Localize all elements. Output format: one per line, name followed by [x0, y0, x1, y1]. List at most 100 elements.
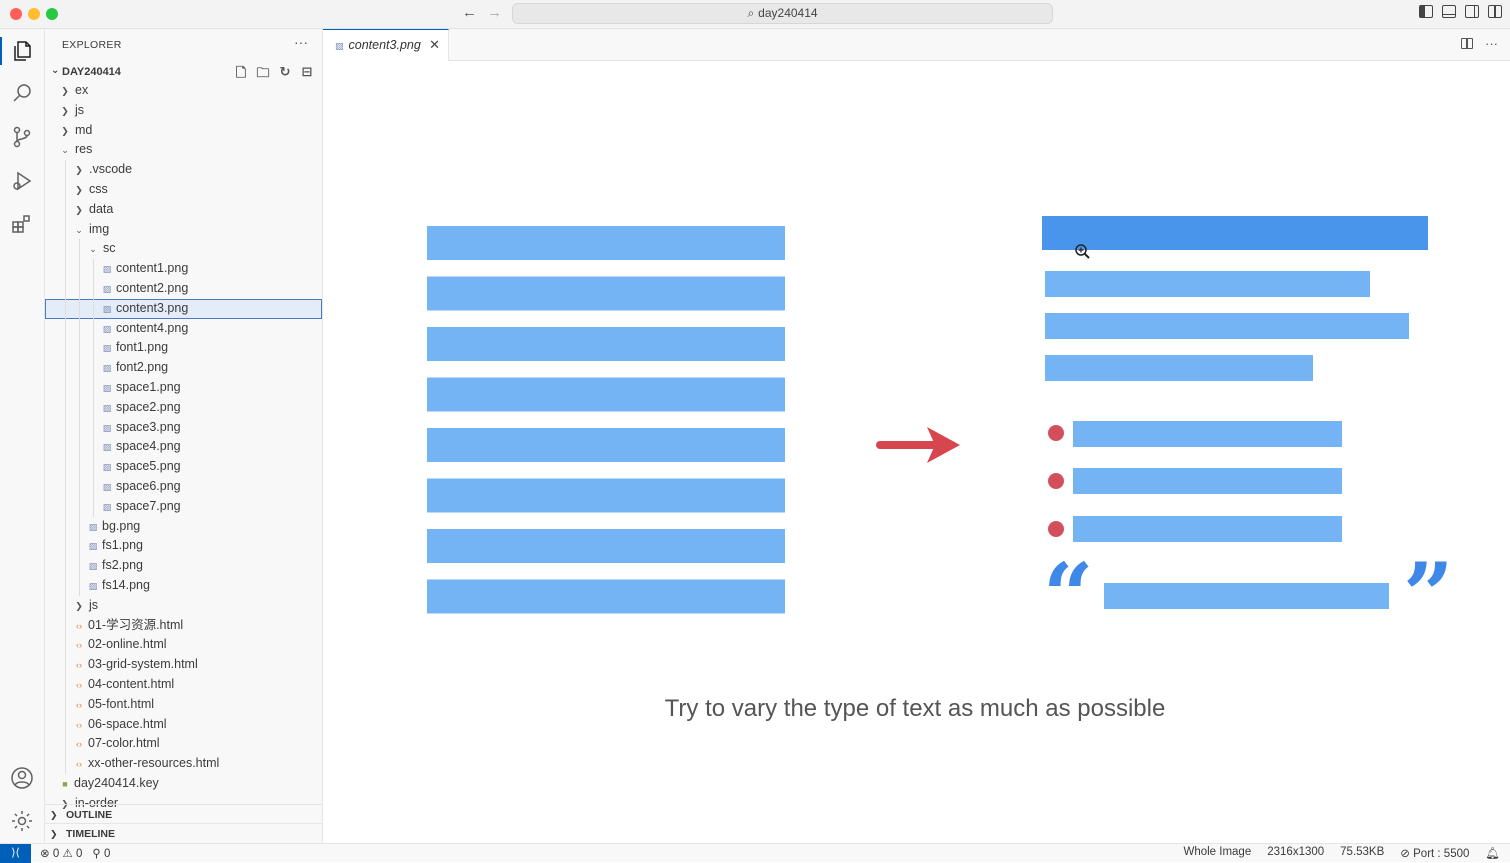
list-item-bar [1073, 468, 1342, 494]
tree-item[interactable]: ▨ fs14.png [45, 575, 322, 596]
image-file-icon: ▨ [102, 501, 112, 512]
tree-item[interactable]: ▨ bg.png [45, 516, 322, 537]
indent-guide [65, 655, 66, 675]
indent-guide [65, 377, 66, 398]
tree-item[interactable]: ❯ ex [45, 81, 322, 101]
tree-item-label: space4.png [116, 439, 181, 454]
tree-item[interactable]: ▨ content3.png [45, 298, 322, 319]
indent-guide [79, 377, 80, 398]
accounts-icon[interactable] [10, 766, 36, 792]
tree-item[interactable]: ❯ .vscode [45, 160, 322, 180]
tree-item-label: xx-other-resources.html [88, 756, 220, 771]
tree-item[interactable]: ▨ space3.png [45, 417, 322, 438]
tree-item[interactable]: ⌄ sc [45, 239, 322, 260]
indent-guide [79, 318, 80, 339]
indent-guide [93, 278, 94, 299]
port-label: Port : 5500 [1413, 848, 1470, 860]
left-text-bar [427, 377, 785, 412]
toggle-primary-sidebar-icon[interactable] [1419, 5, 1433, 18]
file-tree: ❯ ex ❯ js ❯ md ⌄ res ❯ .vscode ❯ css ❯ data ⌄ img ⌄ sc ▨ co… [45, 81, 322, 813]
tree-item-label: content3.png [116, 300, 189, 315]
tree-item[interactable]: ▨ fs2.png [45, 556, 322, 576]
more-actions-icon[interactable]: ··· [1485, 36, 1498, 51]
minimize-window-button[interactable] [28, 8, 40, 20]
zoom-status[interactable]: Whole Image [1183, 846, 1251, 860]
tree-item[interactable]: ‹› 03-grid-system.html [45, 655, 322, 675]
image-preview[interactable]: “ ” Try to vary the type of text as much… [323, 61, 1510, 843]
close-tab-icon[interactable]: ✕ [429, 30, 440, 60]
problems-status[interactable]: ⊗ 0 ⚠ 0 [40, 846, 82, 860]
tree-item[interactable]: ▨ font1.png [45, 338, 322, 359]
outline-section[interactable]: ❯ OUTLINE [45, 804, 322, 825]
tree-item[interactable]: ▨ content1.png [45, 259, 322, 279]
close-window-button[interactable] [10, 8, 22, 20]
tree-item[interactable]: ‹› 02-online.html [45, 635, 322, 656]
timeline-section[interactable]: ❯ TIMELINE [45, 823, 322, 844]
tree-item[interactable]: ❯ js [45, 101, 322, 121]
indent-guide [65, 575, 66, 596]
indent-guide [65, 397, 66, 418]
image-file-icon: ▨ [102, 462, 112, 473]
workspace-root[interactable]: ⌄ DAY240414 🗋 🗀 ↻ ⊟ [45, 63, 322, 83]
tab-label: content3.png [348, 38, 421, 52]
toggle-secondary-sidebar-icon[interactable] [1465, 5, 1479, 18]
indent-guide [79, 397, 80, 418]
back-arrow-icon[interactable]: ← [462, 4, 477, 21]
remote-indicator-icon[interactable]: ⟩⟨ [0, 844, 31, 863]
image-file-icon: ▨ [335, 41, 344, 51]
tree-item[interactable]: ‹› 04-content.html [45, 674, 322, 695]
left-text-bar [427, 428, 785, 462]
tree-item[interactable]: ▨ fs1.png [45, 536, 322, 557]
tree-item[interactable]: ▨ content2.png [45, 278, 322, 299]
search-view-icon[interactable] [10, 81, 36, 107]
tab-content3-png[interactable]: ▨ content3.png ✕ [323, 29, 449, 61]
tree-item-label: bg.png [102, 518, 141, 533]
explorer-more-actions-icon[interactable]: ··· [294, 34, 308, 50]
maximize-window-button[interactable] [46, 8, 58, 20]
tree-item[interactable]: ▨ content4.png [45, 318, 322, 339]
tree-item[interactable]: ‹› xx-other-resources.html [45, 754, 322, 774]
tree-item[interactable]: ‹› 01-学习资源.html [45, 615, 322, 636]
tree-item[interactable]: ▨ space6.png [45, 476, 322, 497]
tree-item[interactable]: ■ day240414.key [45, 774, 322, 794]
tree-item[interactable]: ‹› 07-color.html [45, 734, 322, 755]
status-bar: ⟩⟨ ⊗ 0 ⚠ 0 ⚲ 0 Whole Image 2316x1300 75.… [0, 843, 1510, 863]
indent-guide [65, 160, 66, 180]
indent-guide [65, 674, 66, 695]
live-server-port[interactable]: ⊘ Port : 5500 [1400, 846, 1469, 860]
tree-item[interactable]: ❯ js [45, 595, 322, 616]
split-editor-icon[interactable] [1461, 38, 1473, 49]
customize-layout-icon[interactable] [1488, 5, 1502, 18]
tree-item[interactable]: ❯ data [45, 199, 322, 220]
tree-item[interactable]: ❯ md [45, 121, 322, 141]
bullet-dot [1048, 521, 1064, 537]
indent-guide [65, 635, 66, 656]
command-center-search[interactable]: ⌕ day240414 [512, 3, 1053, 24]
list-item-bar [1073, 421, 1342, 447]
forward-arrow-icon[interactable]: → [487, 4, 502, 21]
indent-guide [65, 358, 66, 378]
tree-item[interactable]: ▨ space1.png [45, 377, 322, 398]
list-item-bar [1073, 516, 1342, 542]
indent-guide [65, 457, 66, 477]
tree-item[interactable]: ⌄ res [45, 140, 322, 160]
tree-item[interactable]: ▨ font2.png [45, 358, 322, 378]
source-control-icon[interactable] [10, 125, 36, 151]
tree-item[interactable]: ‹› 06-space.html [45, 714, 322, 735]
settings-gear-icon[interactable] [10, 809, 36, 835]
notifications-bell-icon[interactable]: 🔔︎ [1485, 846, 1500, 860]
quote-bar [1104, 583, 1389, 609]
tree-item[interactable]: ▨ space7.png [45, 496, 322, 517]
tree-item[interactable]: ▨ space5.png [45, 457, 322, 477]
tree-item[interactable]: ‹› 05-font.html [45, 694, 322, 715]
tree-item[interactable]: ▨ space2.png [45, 397, 322, 418]
extensions-icon[interactable] [10, 212, 36, 238]
tree-item[interactable]: ❯ css [45, 179, 322, 200]
ports-status[interactable]: ⚲ 0 [92, 846, 110, 860]
explorer-icon[interactable] [10, 39, 36, 65]
left-text-bar [427, 276, 785, 311]
toggle-panel-icon[interactable] [1442, 5, 1456, 18]
tree-item[interactable]: ▨ space4.png [45, 437, 322, 458]
tree-item[interactable]: ⌄ img [45, 219, 322, 240]
run-debug-icon[interactable] [10, 169, 36, 195]
